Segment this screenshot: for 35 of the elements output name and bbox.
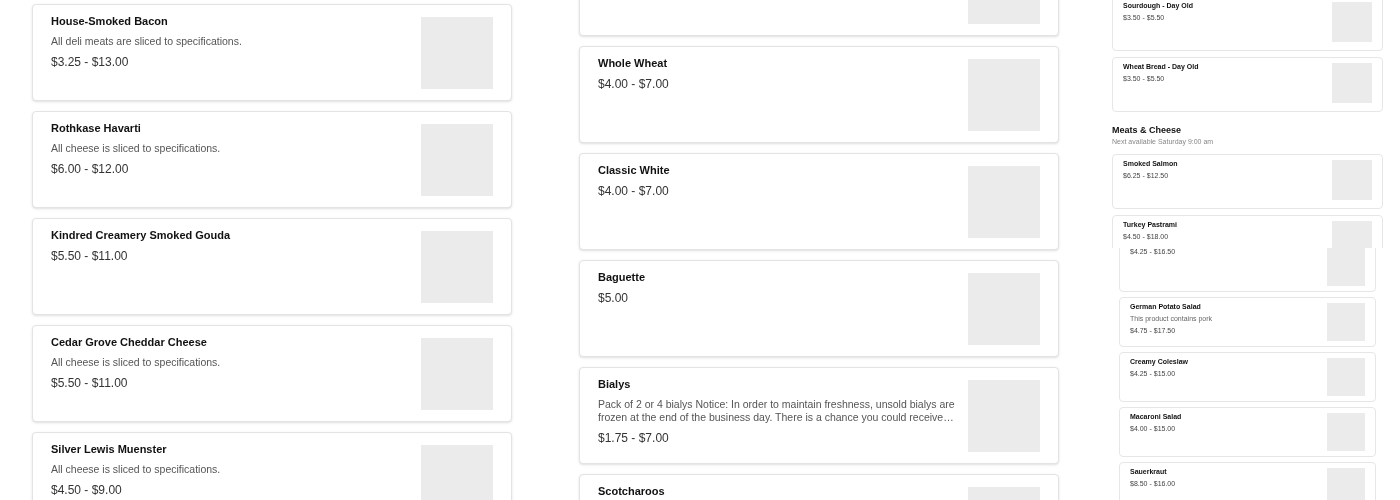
product-card[interactable]: Baguette $5.00 bbox=[579, 260, 1059, 357]
product-price: $5.00 bbox=[598, 291, 630, 305]
product-card[interactable]: Bialys Pack of 2 or 4 bialys Notice: In order to maintain freshness, unsold bialys are frozen at the end of the business day. There is a chance you could receive… $1.75 - $7.00 bbox=[579, 367, 1059, 464]
product-price: $4.50 - $9.00 bbox=[51, 483, 123, 497]
product-description: All cheese is sliced to specifications. bbox=[51, 463, 221, 476]
product-name: Baguette bbox=[598, 271, 646, 284]
product-price: $3.25 - $13.00 bbox=[51, 55, 130, 69]
product-name: House-Smoked Bacon bbox=[51, 15, 169, 28]
product-description: All cheese is sliced to specifications. bbox=[51, 356, 221, 369]
product-name: Cedar Grove Cheddar Cheese bbox=[51, 336, 208, 349]
product-card[interactable]: Scotcharoos bbox=[579, 474, 1059, 500]
product-price: $5.50 - $11.00 bbox=[51, 376, 129, 390]
product-description: All cheese is sliced to specifications. bbox=[51, 142, 221, 155]
product-card[interactable]: Rothkase Havarti All cheese is sliced to specifications. $6.00 - $12.00 bbox=[32, 111, 512, 208]
product-card[interactable]: Kindred Creamery Smoked Gouda $5.50 - $11.00 bbox=[32, 218, 512, 315]
product-price: $4.00 - $7.00 bbox=[598, 184, 670, 198]
product-name: Kindred Creamery Smoked Gouda bbox=[51, 229, 231, 242]
product-price: $6.00 - $12.00 bbox=[51, 162, 130, 176]
product-price: $1.75 - $7.00 bbox=[598, 431, 670, 445]
product-description: All deli meats are sliced to specifications. bbox=[51, 35, 242, 48]
product-card[interactable]: Cedar Grove Cheddar Cheese All cheese is sliced to specifications. $5.50 - $11.00 bbox=[32, 325, 512, 422]
product-price: $4.00 - $7.00 bbox=[598, 77, 669, 91]
product-card[interactable]: House-Smoked Bacon All deli meats are sliced to specifications. $3.25 - $13.00 bbox=[32, 4, 512, 101]
product-name: Rothkase Havarti bbox=[51, 122, 142, 135]
product-card[interactable]: Classic White $4.00 - $7.00 bbox=[579, 153, 1059, 250]
product-card[interactable]: Silver Lewis Muenster All cheese is sliced to specifications. $4.50 - $9.00 bbox=[32, 432, 512, 500]
product-price: $5.50 - $11.00 bbox=[51, 249, 129, 263]
product-card[interactable]: Whole Wheat $4.00 - $7.00 bbox=[579, 46, 1059, 143]
product-name: Classic White bbox=[598, 164, 670, 177]
product-name: Whole Wheat bbox=[598, 57, 669, 70]
product-name: Scotcharoos bbox=[598, 485, 665, 498]
product-name: Bialys bbox=[598, 378, 632, 391]
product-name: Silver Lewis Muenster bbox=[51, 443, 168, 456]
product-description: Pack of 2 or 4 bialys Notice: In order to maintain freshness, unsold bialys are frozen at the end of the business day. There is a chance you could receive… bbox=[598, 398, 956, 424]
section-title: Meats & Cheese bbox=[1112, 125, 1183, 136]
